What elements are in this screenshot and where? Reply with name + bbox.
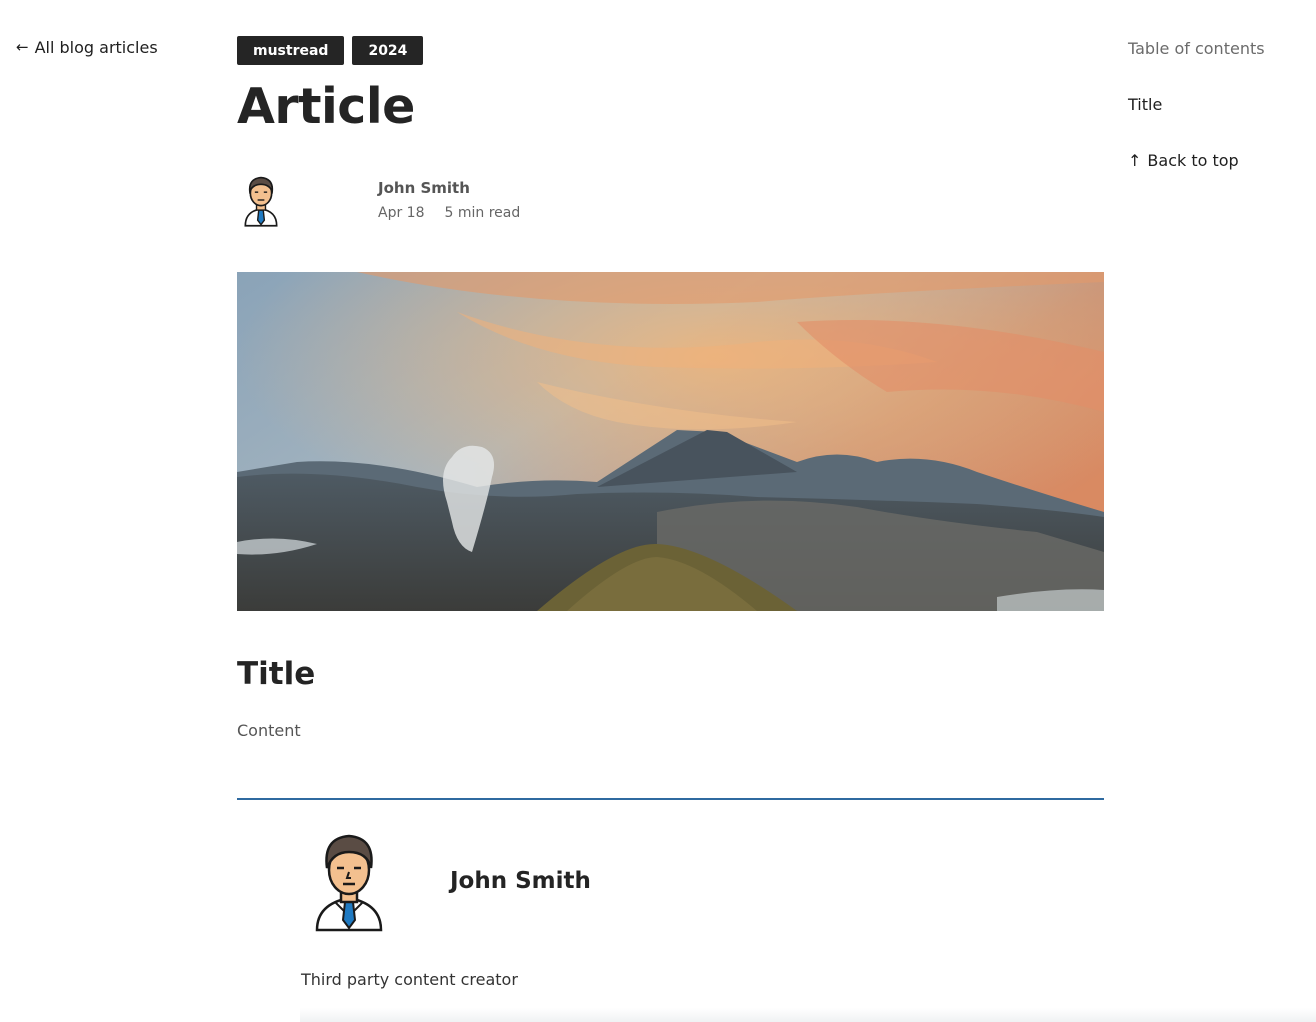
back-to-articles-link[interactable]: ← All blog articles <box>16 38 158 57</box>
tag-2024[interactable]: 2024 <box>352 36 424 65</box>
arrow-up-icon: ↑ <box>1128 151 1142 170</box>
bottom-fade <box>300 1008 1316 1022</box>
back-link-label: All blog articles <box>34 38 158 57</box>
section-title: Title <box>237 656 316 692</box>
divider <box>237 798 1104 800</box>
hero-image <box>237 272 1104 611</box>
author-avatar <box>240 172 282 228</box>
author-bio-avatar <box>313 832 385 932</box>
section-content: Content <box>237 721 301 740</box>
author-bio-name: John Smith <box>450 868 591 894</box>
publish-date: Apr 18 <box>378 205 425 221</box>
toc-item-title[interactable]: Title <box>1128 95 1162 114</box>
back-to-top-label: Back to top <box>1147 151 1239 170</box>
back-to-top-link[interactable]: ↑ Back to top <box>1128 151 1239 170</box>
toc-heading: Table of contents <box>1128 39 1265 58</box>
tag-list: mustread 2024 <box>237 36 424 65</box>
blog-article-page: ← All blog articles mustread 2024 Articl… <box>0 0 1316 1022</box>
article-title: Article <box>237 78 415 135</box>
author-name: John Smith <box>378 179 470 197</box>
author-bio-role: Third party content creator <box>301 970 518 989</box>
read-time: 5 min read <box>444 205 521 221</box>
arrow-left-icon: ← <box>16 38 29 56</box>
tag-mustread[interactable]: mustread <box>237 36 345 65</box>
article-meta: Apr 18 5 min read <box>378 205 520 221</box>
